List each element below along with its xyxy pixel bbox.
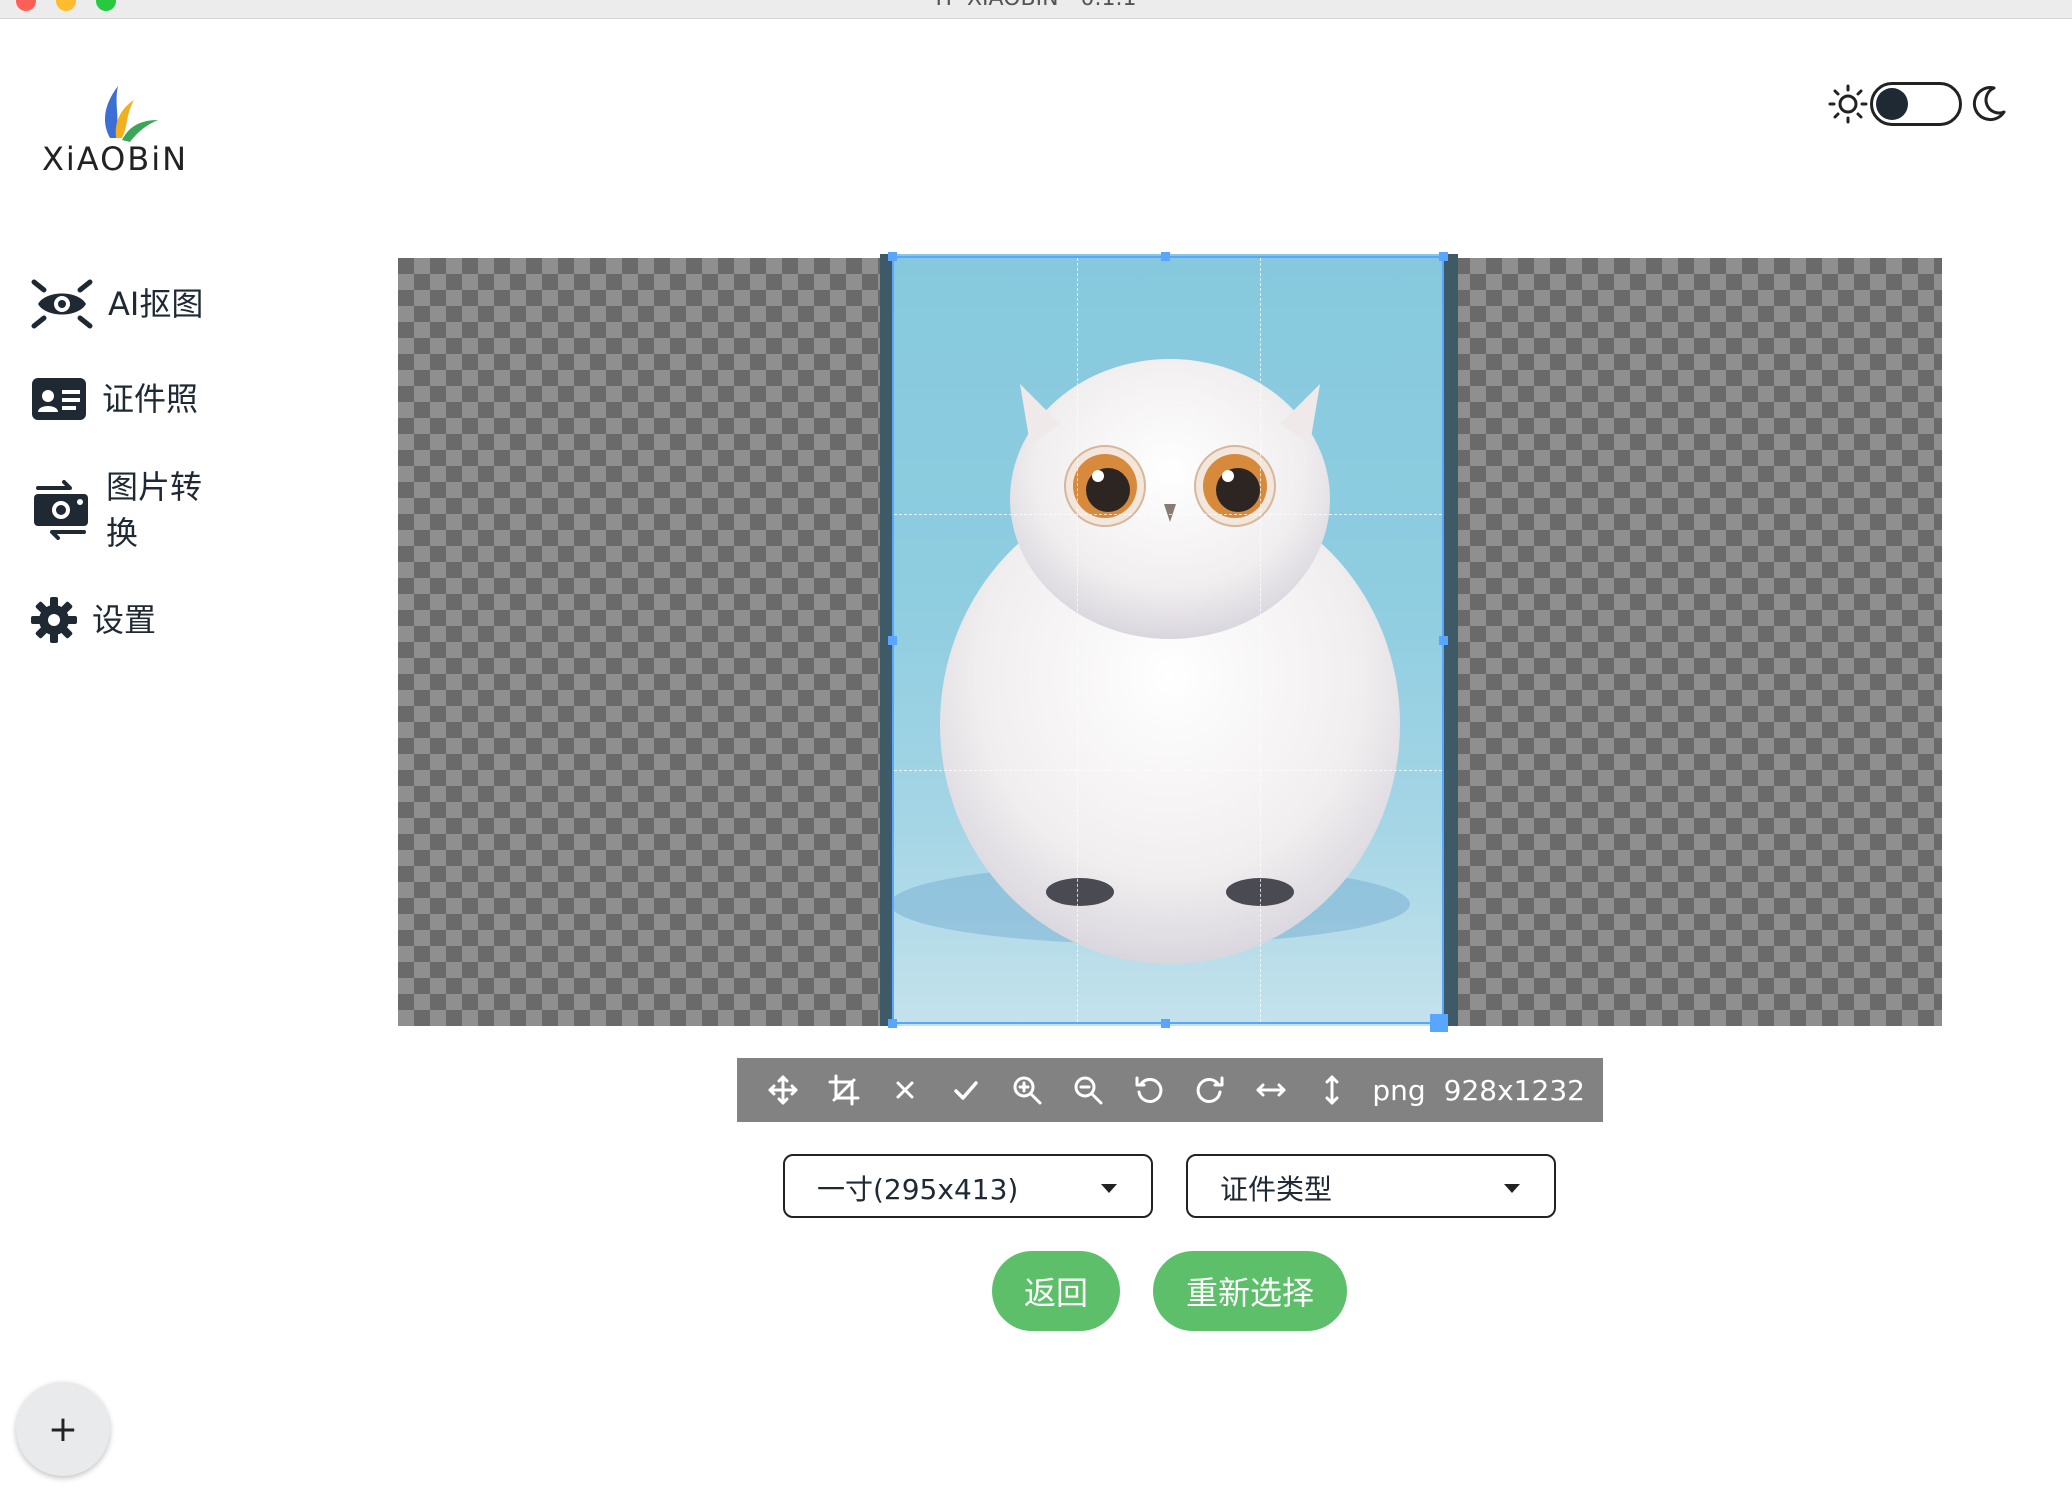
image-toolbar: png 928x1232 (737, 1058, 1603, 1122)
crop-handle-left[interactable] (888, 636, 897, 645)
cancel-button[interactable] (875, 1058, 936, 1122)
crop-handle-bottom[interactable] (1161, 1019, 1170, 1028)
crop-handle-bottom-right[interactable] (1430, 1014, 1448, 1032)
crop-handle-right[interactable] (1439, 636, 1448, 645)
crop-guide (1260, 258, 1261, 1022)
crop-handle-bottom-left[interactable] (888, 1019, 897, 1028)
zoom-out-button[interactable] (1058, 1058, 1119, 1122)
sidebar-item-label: 图片转换 (106, 468, 203, 552)
crop-guide (894, 514, 1442, 515)
move-button[interactable] (753, 1058, 814, 1122)
window-title: H- XIAOBIN - 0.1.1 (0, 0, 2072, 11)
crop-handle-top[interactable] (1161, 252, 1170, 261)
window-titlebar: H- XIAOBIN - 0.1.1 (0, 0, 2072, 19)
flip-horizontal-button[interactable] (1241, 1058, 1302, 1122)
image-convert-icon (34, 480, 88, 540)
id-card-icon (32, 378, 86, 420)
image-format: png (1372, 1073, 1426, 1107)
crop-handle-top-left[interactable] (888, 252, 897, 261)
sidebar-item-ai-cutout[interactable]: AI抠图 (30, 278, 203, 330)
sidebar-item-settings[interactable]: 设置 (30, 596, 156, 644)
flip-vertical-icon (1325, 1075, 1339, 1105)
chevron-down-icon (1101, 1184, 1117, 1193)
rotate-left-icon (1135, 1076, 1163, 1103)
add-button[interactable]: + (16, 1382, 110, 1476)
crop-guide (894, 770, 1442, 771)
focus-eye-icon (31, 279, 93, 329)
id-type-value: 证件类型 (1220, 1173, 1333, 1206)
sidebar-item-label: AI抠图 (108, 285, 204, 323)
crop-guide (1077, 258, 1078, 1022)
app-logo: XiAOBiN (40, 80, 190, 180)
back-button[interactable]: 返回 (992, 1251, 1120, 1331)
theme-toggle[interactable] (1870, 82, 1962, 126)
zoom-in-icon (1013, 1076, 1042, 1105)
crop-icon (828, 1074, 860, 1106)
zoom-in-button[interactable] (997, 1058, 1058, 1122)
rotate-right-icon (1196, 1076, 1224, 1103)
close-icon (896, 1081, 914, 1099)
flip-horizontal-icon (1256, 1083, 1286, 1097)
flip-vertical-button[interactable] (1301, 1058, 1362, 1122)
check-icon (954, 1081, 979, 1100)
crop-box[interactable] (892, 256, 1444, 1024)
rotate-left-button[interactable] (1119, 1058, 1180, 1122)
toggle-knob (1876, 88, 1908, 120)
sidebar-item-label: 证件照 (102, 380, 199, 418)
photo-size-value: 一寸(295x413) (817, 1173, 1019, 1206)
moon-icon (1972, 86, 2006, 122)
photo-size-select[interactable]: 一寸(295x413) (783, 1154, 1153, 1218)
logo-flame-icon (104, 86, 158, 142)
id-type-select[interactable]: 证件类型 (1186, 1154, 1556, 1218)
sidebar-item-label: 设置 (92, 601, 157, 639)
chevron-down-icon (1504, 1184, 1520, 1193)
image-info: png 928x1232 (1372, 1074, 1603, 1107)
zoom-out-icon (1074, 1076, 1103, 1105)
sidebar-item-image-convert[interactable]: 图片转换 (30, 464, 216, 556)
sidebar-item-id-photo[interactable]: 证件照 (30, 376, 198, 422)
theme-switcher (1828, 80, 2008, 130)
rotate-right-button[interactable] (1180, 1058, 1241, 1122)
logo-text: XiAOBiN (41, 140, 189, 178)
gear-icon (31, 597, 77, 643)
confirm-button[interactable] (936, 1058, 997, 1122)
move-icon (768, 1075, 798, 1105)
reselect-button[interactable]: 重新选择 (1153, 1251, 1347, 1331)
crop-handle-top-right[interactable] (1439, 252, 1448, 261)
crop-button[interactable] (814, 1058, 875, 1122)
image-size: 928x1232 (1443, 1073, 1585, 1107)
sun-icon (1828, 84, 1868, 124)
